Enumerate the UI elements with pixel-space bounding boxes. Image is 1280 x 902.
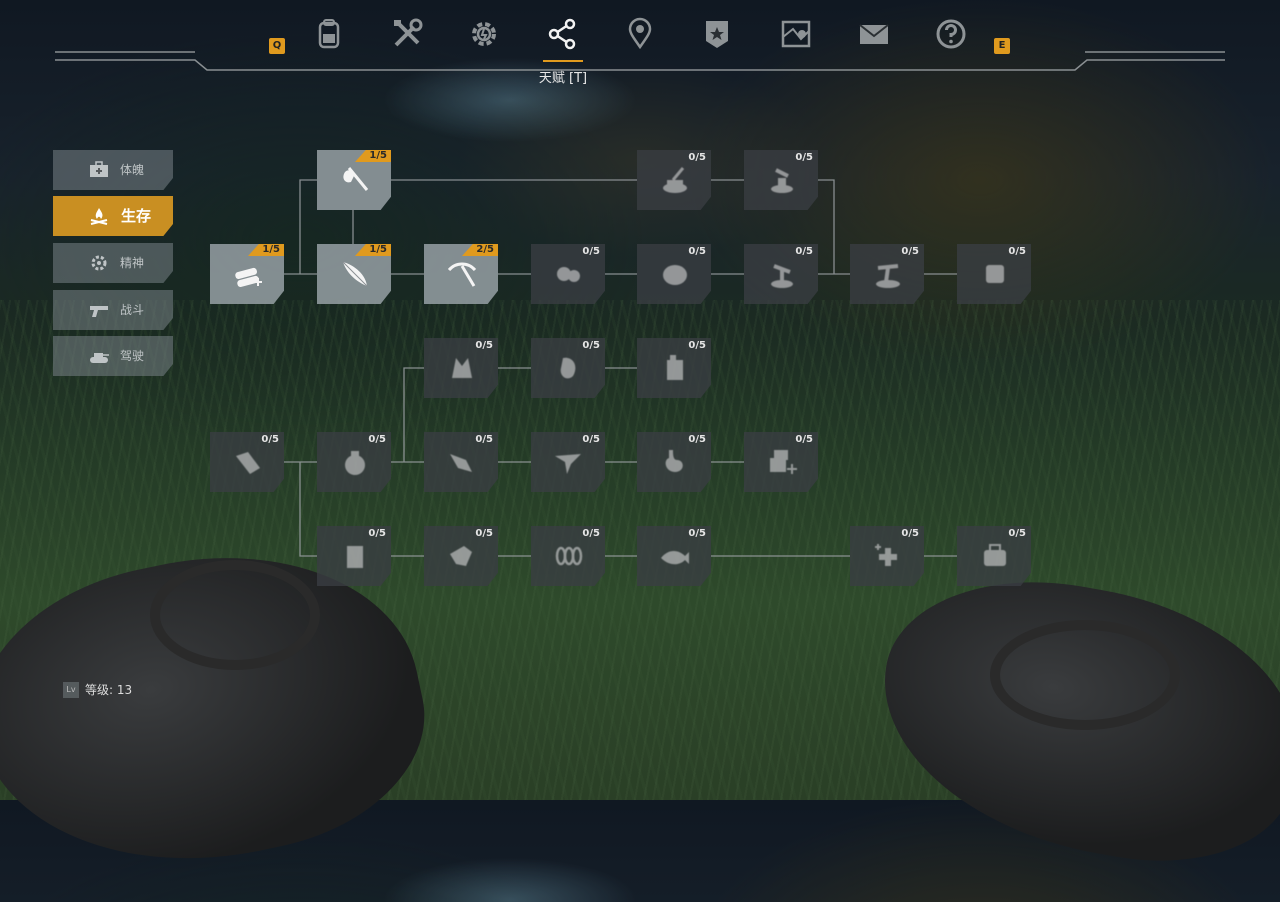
skill-count: 0/5 bbox=[1008, 246, 1026, 257]
box-icon bbox=[347, 546, 363, 568]
medical-icon bbox=[875, 544, 897, 566]
skill-count: 0/5 bbox=[795, 434, 813, 445]
skill-count: 0/5 bbox=[475, 528, 493, 539]
skill-node[interactable]: 1/5 bbox=[317, 244, 391, 304]
skill-count: 0/5 bbox=[688, 434, 706, 445]
skill-count: 0/5 bbox=[475, 434, 493, 445]
skill-count: 0/5 bbox=[261, 434, 279, 445]
skill-count: 0/5 bbox=[475, 340, 493, 351]
meat-icon bbox=[560, 357, 576, 379]
crate-icon bbox=[770, 450, 797, 474]
skill-node[interactable]: 0/5 bbox=[957, 526, 1031, 586]
skill-node[interactable]: 0/5 bbox=[744, 432, 818, 492]
skill-count: 0/5 bbox=[795, 152, 813, 163]
skill-count: 0/5 bbox=[582, 528, 600, 539]
skill-count: 0/5 bbox=[582, 434, 600, 445]
skill-count: 0/5 bbox=[688, 340, 706, 351]
skill-count: 0/5 bbox=[582, 340, 600, 351]
chain-icon bbox=[555, 546, 583, 566]
skill-count: 0/5 bbox=[901, 246, 919, 257]
skill-count: 2/5 bbox=[476, 244, 494, 255]
hand-icon bbox=[450, 546, 472, 566]
grab-icon bbox=[450, 454, 472, 472]
axe-icon bbox=[343, 167, 369, 191]
stump-axe-2-icon bbox=[771, 168, 793, 193]
skill-node[interactable]: 0/5 bbox=[744, 244, 818, 304]
skill-node[interactable]: 0/5 bbox=[424, 338, 498, 398]
feather-icon bbox=[342, 261, 368, 287]
stump-axe-icon bbox=[663, 167, 687, 193]
skill-node[interactable]: 0/5 bbox=[637, 338, 711, 398]
stone-icon bbox=[663, 265, 687, 285]
level-badge: Lv bbox=[63, 681, 79, 698]
player-level: Lv 等级: 13 bbox=[63, 681, 132, 698]
skill-node[interactable]: 1/5 bbox=[210, 244, 284, 304]
pickaxe-icon bbox=[447, 262, 477, 287]
skill-node[interactable]: 0/5 bbox=[210, 432, 284, 492]
sack-icon bbox=[345, 451, 365, 475]
skill-count: 0/5 bbox=[582, 246, 600, 257]
skill-count: 0/5 bbox=[688, 246, 706, 257]
wolf-head-icon bbox=[452, 358, 472, 378]
skill-node[interactable]: 0/5 bbox=[637, 150, 711, 210]
skill-node[interactable]: 1/5 bbox=[317, 150, 391, 210]
skill-count: 1/5 bbox=[369, 244, 387, 255]
skill-node[interactable]: 0/5 bbox=[317, 526, 391, 586]
fish-icon bbox=[661, 551, 689, 565]
bird-icon bbox=[555, 454, 581, 474]
mining-2-icon bbox=[876, 264, 900, 288]
bag-icon bbox=[984, 544, 1006, 566]
skill-node[interactable]: 0/5 bbox=[637, 432, 711, 492]
skill-node[interactable]: 0/5 bbox=[424, 432, 498, 492]
skill-node[interactable]: 0/5 bbox=[850, 526, 924, 586]
skill-node[interactable]: 0/5 bbox=[744, 150, 818, 210]
skill-node[interactable]: 0/5 bbox=[637, 526, 711, 586]
skill-node[interactable]: 0/5 bbox=[637, 244, 711, 304]
skill-count: 0/5 bbox=[688, 152, 706, 163]
mining-icon bbox=[771, 264, 793, 288]
skill-count: 0/5 bbox=[688, 528, 706, 539]
skill-count: 0/5 bbox=[795, 246, 813, 257]
skill-node[interactable]: 0/5 bbox=[531, 432, 605, 492]
rocks-icon bbox=[557, 267, 580, 282]
ore-icon bbox=[986, 265, 1004, 283]
skill-count: 0/5 bbox=[901, 528, 919, 539]
skill-node[interactable]: 0/5 bbox=[424, 526, 498, 586]
skill-node[interactable]: 0/5 bbox=[957, 244, 1031, 304]
cloth-icon bbox=[236, 452, 260, 474]
logs-icon bbox=[235, 267, 262, 288]
skill-count: 0/5 bbox=[1008, 528, 1026, 539]
skill-count: 0/5 bbox=[368, 434, 386, 445]
canister-icon bbox=[667, 355, 683, 380]
skill-node[interactable]: 0/5 bbox=[531, 244, 605, 304]
skill-node[interactable]: 2/5 bbox=[424, 244, 498, 304]
skill-tree-links bbox=[284, 179, 957, 557]
level-text: 等级: 13 bbox=[85, 683, 133, 697]
skill-node[interactable]: 0/5 bbox=[850, 244, 924, 304]
skill-node[interactable]: 0/5 bbox=[317, 432, 391, 492]
skill-count: 0/5 bbox=[368, 528, 386, 539]
stomach-icon bbox=[665, 450, 683, 472]
skill-count: 1/5 bbox=[369, 150, 387, 161]
skill-node[interactable]: 0/5 bbox=[531, 526, 605, 586]
skill-node[interactable]: 0/5 bbox=[531, 338, 605, 398]
skill-count: 1/5 bbox=[262, 244, 280, 255]
